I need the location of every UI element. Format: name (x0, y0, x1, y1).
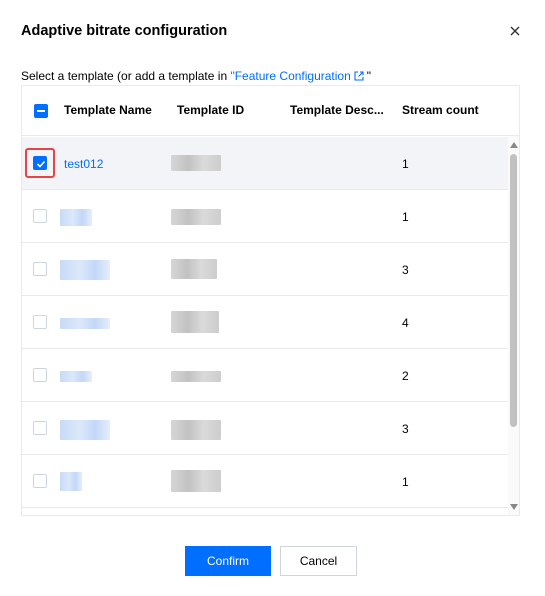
table-row[interactable]: test012 1 (22, 137, 508, 190)
table-header: Template Name Template ID Template Desc.… (22, 86, 519, 136)
stream-count: 4 (402, 316, 409, 330)
row-checkbox[interactable] (33, 156, 47, 170)
template-table: Template Name Template ID Template Desc.… (21, 85, 520, 516)
stream-count: 3 (402, 422, 409, 436)
template-name-redacted (60, 420, 110, 440)
row-checkbox[interactable] (33, 474, 47, 488)
stream-count: 2 (402, 369, 409, 383)
template-name-redacted (60, 260, 110, 280)
subtitle-suffix: " (366, 69, 372, 83)
table-row[interactable]: 4 (22, 296, 508, 349)
dialog-subtitle: Select a template (or add a template in … (21, 69, 371, 84)
column-header-template-name[interactable]: Template Name (64, 103, 152, 117)
row-checkbox[interactable] (33, 209, 47, 223)
template-id-redacted (171, 470, 221, 492)
column-header-stream-count[interactable]: Stream count (402, 103, 479, 117)
template-name-redacted (60, 472, 82, 491)
table-row[interactable]: 3 (22, 243, 508, 296)
template-id-redacted (171, 311, 219, 333)
feature-configuration-link[interactable]: "Feature Configuration (230, 69, 350, 83)
table-row[interactable]: 3 (22, 402, 508, 455)
table-row[interactable]: 1 (22, 190, 508, 243)
template-name-link[interactable]: test012 (64, 157, 103, 171)
stream-count: 1 (402, 475, 409, 489)
scroll-down-arrow-icon[interactable] (510, 504, 518, 510)
column-header-template-id[interactable]: Template ID (177, 103, 244, 117)
adaptive-bitrate-dialog: Adaptive bitrate configuration Select a … (0, 0, 545, 596)
template-id-redacted (171, 420, 221, 440)
table-row[interactable]: 2 (22, 349, 508, 402)
template-id-redacted (171, 371, 221, 382)
close-icon[interactable] (506, 22, 524, 40)
template-name-redacted (60, 209, 92, 226)
table-row[interactable]: 1 (22, 455, 508, 508)
stream-count: 3 (402, 263, 409, 277)
row-checkbox[interactable] (33, 315, 47, 329)
template-id-redacted (171, 259, 217, 279)
subtitle-text: Select a template (or add a template in (21, 69, 231, 83)
template-id-redacted (171, 209, 221, 225)
row-checkbox[interactable] (33, 421, 47, 435)
select-all-checkbox[interactable] (34, 104, 48, 118)
row-checkbox[interactable] (33, 368, 47, 382)
template-name-redacted (60, 371, 92, 382)
scrollbar-thumb[interactable] (510, 154, 517, 427)
cancel-button[interactable]: Cancel (280, 546, 357, 576)
column-header-template-desc[interactable]: Template Desc... (290, 103, 384, 117)
stream-count: 1 (402, 210, 409, 224)
dialog-title: Adaptive bitrate configuration (21, 23, 228, 39)
template-name-redacted (60, 318, 110, 329)
external-link-icon[interactable] (354, 70, 364, 84)
stream-count: 1 (402, 157, 409, 171)
template-id-redacted (171, 155, 221, 171)
scroll-up-arrow-icon[interactable] (510, 142, 518, 148)
row-checkbox[interactable] (33, 262, 47, 276)
table-scrollbar[interactable] (508, 136, 519, 515)
confirm-button[interactable]: Confirm (185, 546, 271, 576)
